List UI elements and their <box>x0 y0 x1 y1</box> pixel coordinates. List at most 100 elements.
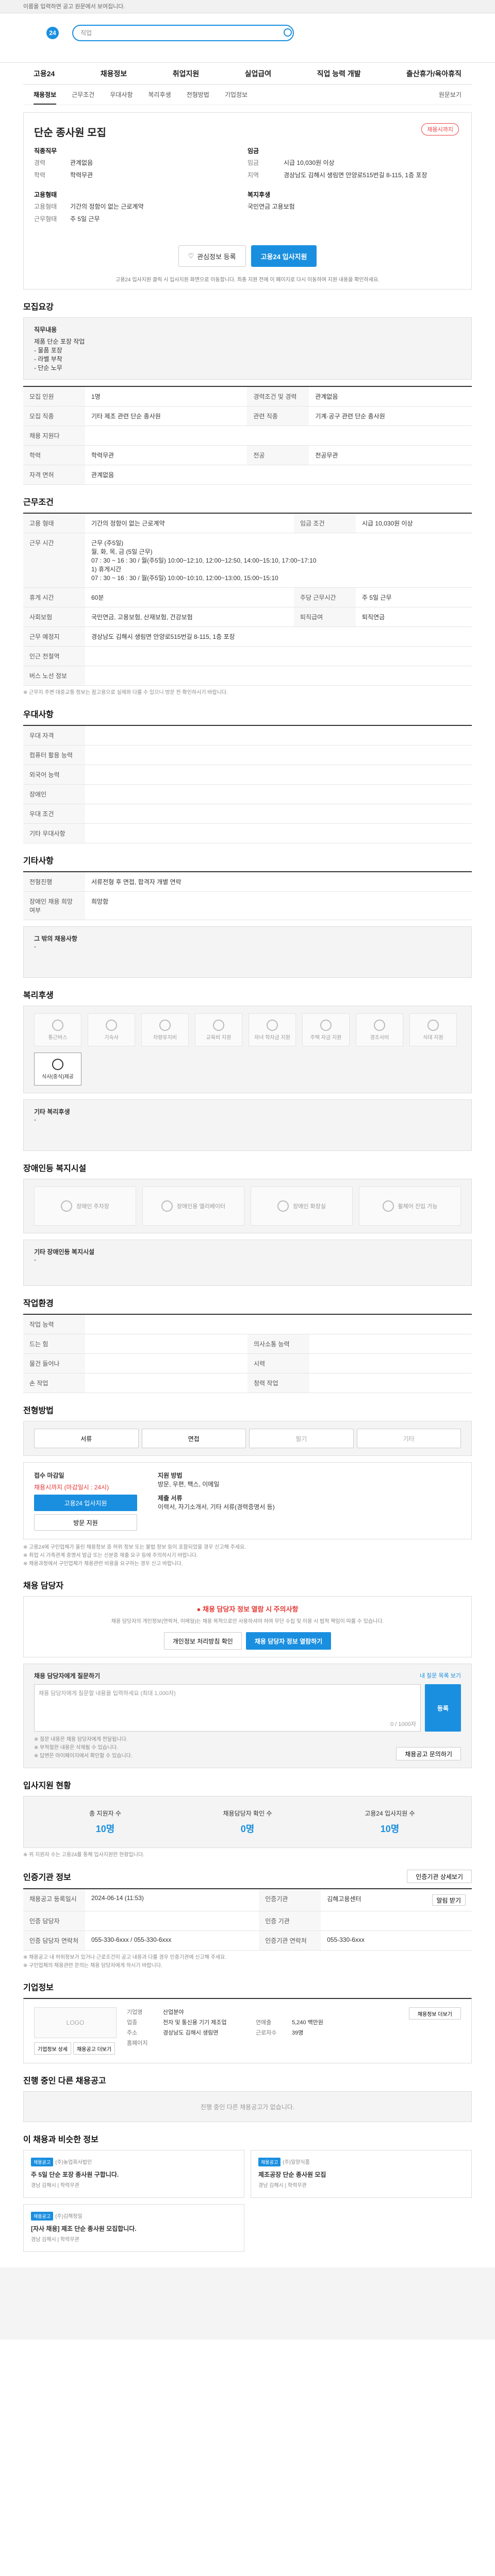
recommend-card[interactable]: 채용공고 (주)밀양식품 제조공장 단순 종사원 모집 경남 김해시 | 학력무관 <box>251 2150 472 2198</box>
gnb-leave[interactable]: 출산휴가/육아휴직 <box>406 69 461 79</box>
privacy-button[interactable]: 개인정보 처리방침 확인 <box>163 1632 242 1650</box>
question-submit-button[interactable]: 등록 <box>425 1684 461 1732</box>
section-title-pref: 우대사항 <box>23 710 54 719</box>
gnb-training[interactable]: 직업 능력 개발 <box>317 69 361 79</box>
section-title-etc: 기타사항 <box>23 857 54 866</box>
section-title-mojib: 모집요강 <box>23 303 54 312</box>
apply-info-card: 접수 마감일 채용시까지 (마감일시 : 24시) 고용24 입사지원 방문 지… <box>23 1462 472 1539</box>
top-notice-text: 이름을 입력하면 공고 원문에서 보여집니다. <box>23 4 125 10</box>
brand-logo-icon[interactable]: 24 <box>46 27 59 39</box>
agency-detail-button[interactable]: 인증기관 상세보기 <box>407 1870 472 1883</box>
my-question-link[interactable]: 내 질문 목록 보기 <box>420 1671 461 1680</box>
company-detail-button[interactable]: 기업정보 상세 <box>34 2042 71 2055</box>
welfare-item: 경조사비 <box>356 1013 403 1046</box>
heart-icon: ♡ <box>188 252 194 260</box>
field-label: 고용형태 <box>34 191 57 198</box>
location-value: 경상남도 김해시 생림면 안양로515번길 8-115, 1층 포장 <box>284 172 427 179</box>
field-label: 복지후생 <box>248 191 271 198</box>
gnb-support[interactable]: 취업지원 <box>173 69 200 79</box>
disabled-item: 장애인 화장실 <box>251 1187 353 1226</box>
edu-value: 학력무관 <box>70 172 93 179</box>
section-title-agency: 인증기관 정보 <box>23 1873 71 1882</box>
section-title-jobinfo: 작업환경 <box>23 1299 54 1308</box>
gnb-jobs[interactable]: 채용정보 <box>101 69 127 79</box>
pref-table: 우대 자격 컴퓨터 활용 능력 외국어 능력 장애인 우대 조건 기타 우대사항 <box>23 725 472 843</box>
gnb-home[interactable]: 고용24 <box>34 69 55 79</box>
visit-apply-button[interactable]: 방문 지원 <box>34 1514 137 1531</box>
mojib-table: 모집 인원 1명 경력조건 및 경력 관계없음 모집 직종 기타 제조 관련 단순 종사… <box>23 386 472 485</box>
scholarship-icon <box>267 1019 278 1031</box>
scrap-button[interactable]: ♡ 관심정보 등록 <box>178 245 246 267</box>
bus-icon <box>52 1019 63 1031</box>
inquiry-button[interactable]: 채용공고 문의하기 <box>396 1747 461 1760</box>
selection-step-etc: 기타 <box>356 1429 461 1448</box>
search-icon[interactable] <box>284 28 292 37</box>
question-textarea[interactable]: 채용 담당자에게 질문할 내용을 입력하세요 (최대 1,000자) 0 / 1… <box>34 1684 421 1732</box>
welfare-item: 기숙사 <box>88 1013 135 1046</box>
welfare-box: 통근버스 기숙사 차량유지비 교육비 지원 자녀 학자금 지원 주택 자금 지원… <box>23 1006 472 1093</box>
apply-button[interactable]: 고용24 입사지원 <box>251 245 317 267</box>
working-note: ※ 근무지 주변 대중교통 정보는 참고용으로 실제와 다를 수 있으니 방문 … <box>23 690 228 696</box>
selection-step-interview: 면접 <box>141 1429 246 1448</box>
welfare-item: 통근버스 <box>34 1013 81 1046</box>
stat-online: 고용24 입사지원 수 10명 <box>365 1810 415 1834</box>
working-table: 고용 형태 기간의 정함이 없는 근로계약 임금 조건 시급 10,030원 이상 근… <box>23 513 472 686</box>
company-jobs-button[interactable]: 채용공고 더보기 <box>73 2042 116 2055</box>
welfare-item-active: 식사(중식)제공 <box>34 1053 81 1086</box>
top-notice-bar: 이름을 입력하면 공고 원문에서 보여집니다. <box>0 0 495 13</box>
welfare-etc-box: 기타 복리후생 - <box>23 1099 472 1151</box>
tab-pref[interactable]: 우대사항 <box>110 90 133 99</box>
car-icon <box>159 1019 171 1031</box>
company-more-button[interactable]: 채용정보 더보기 <box>408 2007 461 2020</box>
elevator-icon <box>161 1200 173 1212</box>
apply-button-2[interactable]: 고용24 입사지원 <box>34 1495 137 1511</box>
selection-step-docs: 서류 <box>34 1429 139 1448</box>
wage-value: 시급 10,030원 이상 <box>284 159 335 166</box>
section-title-working: 근무조건 <box>23 498 54 507</box>
section-title-status: 입사지원 현황 <box>23 1782 71 1790</box>
insurance-value: 국민연금 고용보험 <box>248 203 295 210</box>
original-link[interactable]: 원문보기 <box>439 90 461 99</box>
detail-tabs: 채용정보 근무조건 우대사항 복리후생 전형방법 기업정보 원문보기 <box>23 84 472 105</box>
tab-recruit[interactable]: 채용정보 <box>34 90 57 105</box>
company-card: LOGO 기업정보 상세 채용공고 더보기 기업명 산업분야 업종 전자 및 통신용… <box>23 1998 472 2063</box>
welfare-item: 차량유지비 <box>141 1013 189 1046</box>
alert-button[interactable]: 알림 받기 <box>432 1894 466 1906</box>
tab-company[interactable]: 기업정보 <box>225 90 248 99</box>
tab-selection[interactable]: 전형방법 <box>187 90 209 99</box>
recommend-card[interactable]: 채용공고 (주)농업회사법인 주 5일 단순 포장 종사원 구합니다. 경남 김해… <box>23 2150 244 2198</box>
gnb-benefit[interactable]: 실업급여 <box>245 69 272 79</box>
selection-tabs-box: 서류 면접 필기 기타 <box>23 1421 472 1456</box>
tab-welfare[interactable]: 복리후생 <box>148 90 171 99</box>
disabled-box: 장애인 주차장 장애인용 엘리베이터 장애인 화장실 휠체어 진입 가능 <box>23 1179 472 1233</box>
etc-box: 그 밖의 채용사항 - <box>23 926 472 978</box>
question-box: 채용 담당자에게 질문하기 내 질문 목록 보기 채용 담당자에게 질문할 내용… <box>23 1664 472 1768</box>
tab-working[interactable]: 근무조건 <box>72 90 94 99</box>
disabled-item: 장애인 주차장 <box>34 1187 136 1226</box>
section-title-manager: 채용 담당자 <box>23 1582 64 1590</box>
deadline-badge: 채용시까지 <box>421 123 459 135</box>
meal-icon <box>427 1019 439 1031</box>
recommend-card[interactable]: 채용공고 (주)김해정밀 [자사 채용] 제조 단순 종사원 모집합니다. 경남 … <box>23 2204 244 2252</box>
field-label: 임금 <box>248 147 259 155</box>
field-label: 직종직무 <box>34 147 57 155</box>
etc-table: 전형진행 서류전형 후 면접, 합격자 개별 연락 장애인 채용 희망 여부 희망함 <box>23 871 472 920</box>
deadline-value: 채용시까지 (마감일시 : 24시) <box>34 1484 109 1491</box>
section-title-company: 기업정보 <box>23 1984 54 1992</box>
emp-type-value: 기간의 정함이 없는 근로계약 <box>70 203 144 210</box>
dorm-icon <box>106 1019 117 1031</box>
welfare-item: 교육비 지원 <box>195 1013 242 1046</box>
welfare-item: 식대 지원 <box>409 1013 457 1046</box>
stat-total: 총 지원자 수 10명 <box>89 1810 121 1834</box>
section-title-disabled: 장애인등 복지시설 <box>23 1164 87 1173</box>
agency-table: 채용공고 등록일시 2024-06-14 (11:53) 인증기관 김해고용센터 알림… <box>23 1888 472 1951</box>
section-title-welfare: 복리후생 <box>23 991 54 1000</box>
jobinfo-table: 작업 능력 드는 힘 의사소통 능력 물건 들어나 시력 손 작업 청력 작업 <box>23 1314 472 1393</box>
status-box: 총 지원자 수 10명 채용담당자 확인 수 0명 고용24 입사지원 수 10명 <box>23 1796 472 1848</box>
search-input[interactable]: 직업 <box>72 25 294 41</box>
disabled-item: 장애인용 엘리베이터 <box>142 1187 244 1226</box>
char-count: 0 / 1000자 <box>390 1721 416 1727</box>
footer <box>0 2267 495 2340</box>
view-manager-button[interactable]: 채용 담당자 정보 열람하기 <box>245 1632 332 1650</box>
section-title-selection: 전형방법 <box>23 1406 54 1415</box>
